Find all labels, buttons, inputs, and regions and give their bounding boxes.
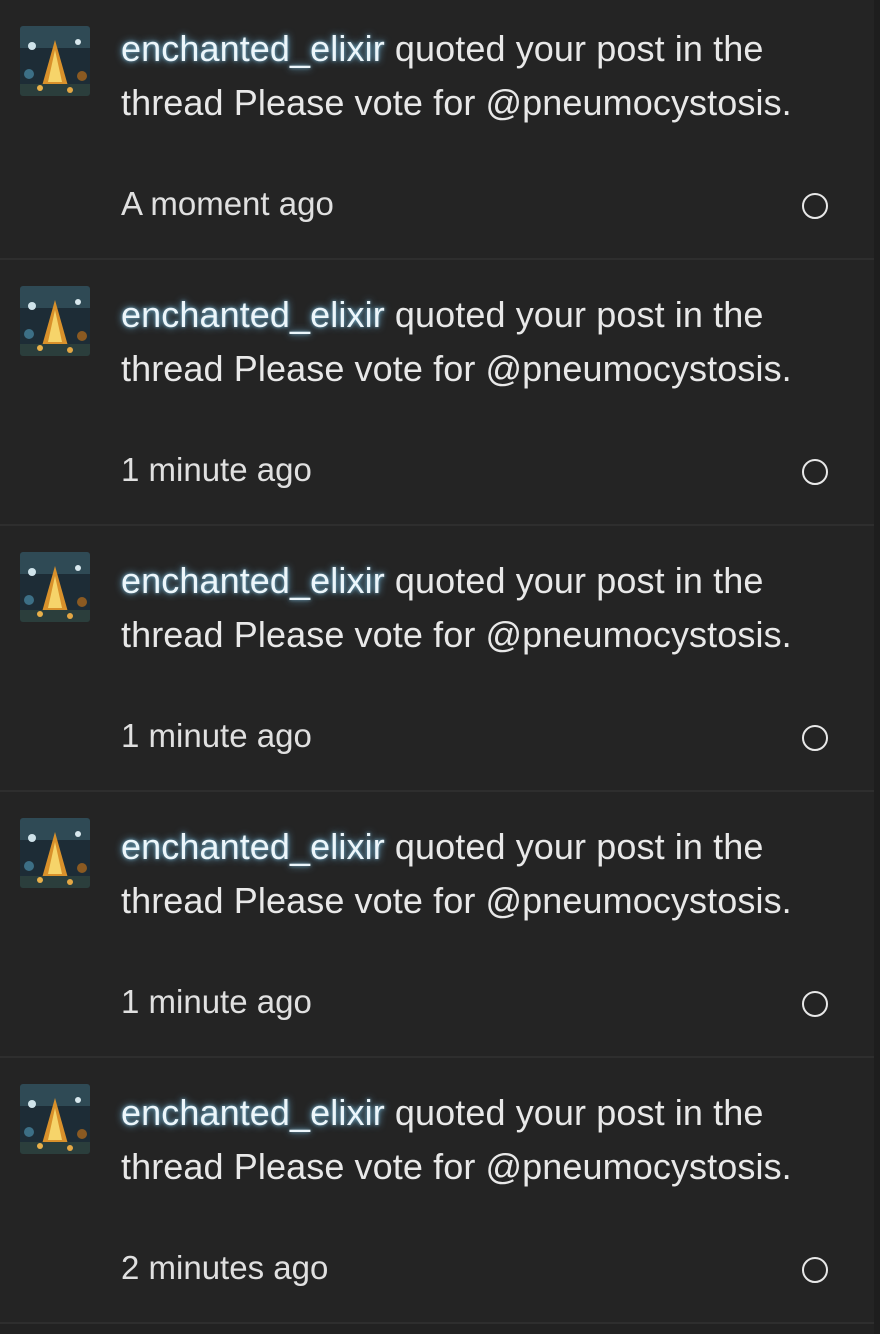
avatar-image: [20, 552, 90, 622]
notification-text: enchanted_elixir quoted your post in the…: [121, 22, 841, 130]
notification-item[interactable]: enchanted_elixir quoted your post in the…: [0, 0, 874, 264]
timestamp: 1 minute ago: [121, 983, 312, 1020]
timestamp: 1 minute ago: [121, 451, 312, 488]
username-link[interactable]: enchanted_elixir: [121, 1092, 385, 1133]
divider: [0, 1322, 874, 1324]
avatar-image: [20, 1084, 90, 1154]
username-link[interactable]: enchanted_elixir: [121, 294, 385, 335]
user-avatar[interactable]: [20, 26, 90, 96]
username-link[interactable]: enchanted_elixir: [121, 826, 385, 867]
unread-circle-icon[interactable]: [802, 193, 828, 219]
avatar-image: [20, 26, 90, 96]
notification-text: enchanted_elixir quoted your post in the…: [121, 554, 841, 662]
notification-item[interactable]: enchanted_elixir quoted your post in the…: [0, 1058, 874, 1322]
notification-item[interactable]: enchanted_elixir quoted your post in the…: [0, 260, 874, 524]
notification-text: enchanted_elixir quoted your post in the…: [121, 820, 841, 928]
timestamp: 2 minutes ago: [121, 1249, 329, 1286]
unread-circle-icon[interactable]: [802, 459, 828, 485]
notification-list: enchanted_elixir quoted your post in the…: [0, 0, 880, 1334]
username-link[interactable]: enchanted_elixir: [121, 560, 385, 601]
scrollbar[interactable]: [874, 0, 880, 1334]
timestamp: 1 minute ago: [121, 717, 312, 754]
avatar-image: [20, 818, 90, 888]
avatar-image: [20, 286, 90, 356]
user-avatar[interactable]: [20, 552, 90, 622]
unread-circle-icon[interactable]: [802, 725, 828, 751]
user-avatar[interactable]: [20, 818, 90, 888]
notification-text: enchanted_elixir quoted your post in the…: [121, 288, 841, 396]
user-avatar[interactable]: [20, 286, 90, 356]
timestamp: A moment ago: [121, 185, 334, 222]
notification-item[interactable]: enchanted_elixir quoted your post in the…: [0, 526, 874, 790]
notification-item[interactable]: enchanted_elixir quoted your post in the…: [0, 792, 874, 1056]
unread-circle-icon[interactable]: [802, 991, 828, 1017]
user-avatar[interactable]: [20, 1084, 90, 1154]
unread-circle-icon[interactable]: [802, 1257, 828, 1283]
username-link[interactable]: enchanted_elixir: [121, 28, 385, 69]
notification-text: enchanted_elixir quoted your post in the…: [121, 1086, 841, 1194]
